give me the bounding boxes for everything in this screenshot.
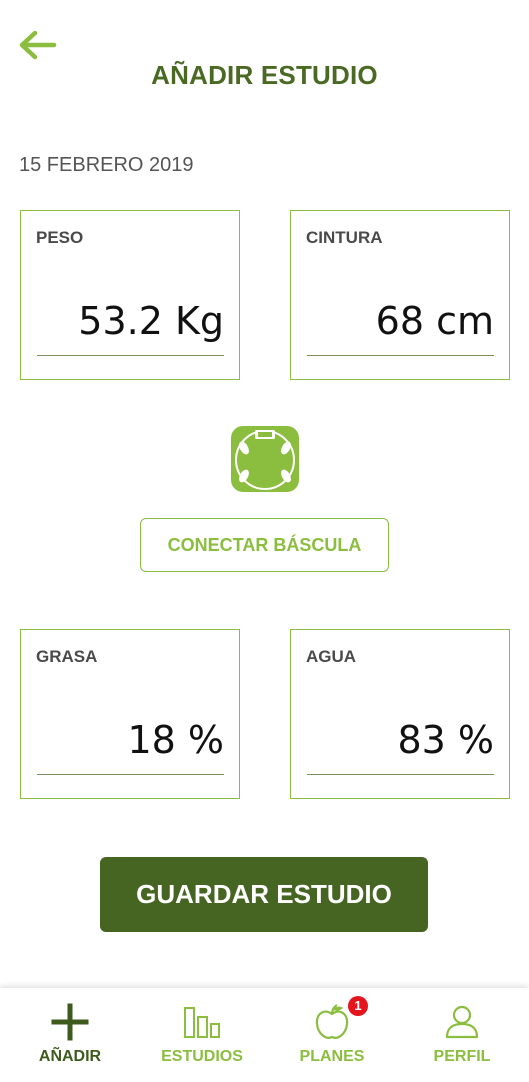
nav-item-anadir[interactable]: AÑADIR — [4, 988, 136, 1082]
nav-item-planes[interactable]: 1 PLANES — [266, 988, 398, 1082]
nav-label-anadir: AÑADIR — [38, 1048, 102, 1065]
grasa-card: GRASA 18 % — [20, 629, 240, 799]
save-study-button[interactable]: GUARDAR ESTUDIO — [100, 857, 428, 932]
nav-label-estudios: ESTUDIOS — [161, 1048, 243, 1065]
study-date: 15 FEBRERO 2019 — [19, 154, 194, 176]
peso-underline — [37, 355, 224, 356]
arrow-left-icon — [19, 30, 57, 60]
cintura-card: CINTURA 68 cm — [290, 210, 510, 380]
agua-label: AGUA — [306, 647, 357, 666]
back-button[interactable] — [16, 28, 58, 62]
peso-input[interactable]: 53.2 Kg — [78, 299, 224, 343]
peso-card: PESO 53.2 Kg — [20, 210, 240, 380]
connect-scale-button[interactable]: CONECTAR BÁSCULA — [140, 518, 389, 572]
notification-badge: 1 — [348, 996, 368, 1016]
agua-card: AGUA 83 % — [290, 629, 510, 799]
user-icon — [445, 1005, 479, 1039]
cintura-label: CINTURA — [306, 228, 383, 247]
cintura-underline — [307, 355, 494, 356]
nav-item-perfil[interactable]: PERFIL — [396, 988, 528, 1082]
page-title: AÑADIR ESTUDIO — [151, 60, 378, 90]
plus-icon — [51, 1003, 89, 1041]
apple-icon — [315, 1004, 349, 1039]
bottom-nav: AÑADIR ESTUDIOS 1 PLANES PERFIL — [0, 988, 529, 1082]
nav-label-perfil: PERFIL — [433, 1048, 491, 1065]
nav-label-planes: PLANES — [299, 1048, 365, 1065]
grasa-underline — [37, 774, 224, 775]
bar-chart-icon — [184, 1007, 220, 1038]
agua-underline — [307, 774, 494, 775]
cintura-input[interactable]: 68 cm — [376, 299, 494, 343]
nav-item-estudios[interactable]: ESTUDIOS — [136, 988, 268, 1082]
grasa-label: GRASA — [36, 647, 98, 666]
grasa-input[interactable]: 18 % — [127, 718, 224, 762]
peso-label: PESO — [36, 228, 84, 247]
agua-input[interactable]: 83 % — [397, 718, 494, 762]
bathroom-scale-icon — [230, 424, 300, 494]
